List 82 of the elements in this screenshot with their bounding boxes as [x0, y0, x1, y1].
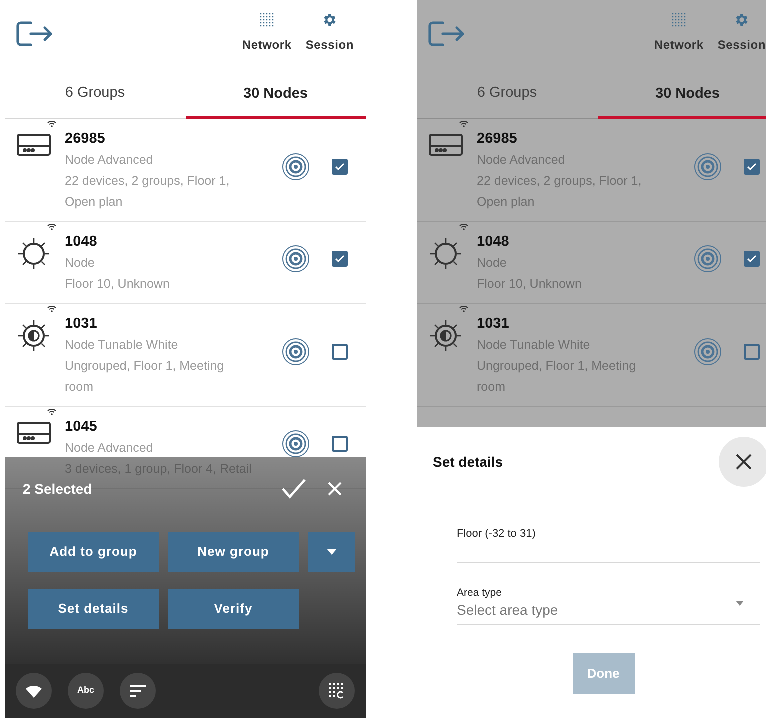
- action-button[interactable]: Add to group: [28, 532, 159, 572]
- node-type: Node Tunable White: [65, 337, 180, 354]
- area-type-select[interactable]: Area type Select area type: [457, 583, 760, 625]
- node-details: Floor 10, Unknown: [65, 276, 171, 293]
- node-title: 1031: [65, 315, 98, 334]
- node-title: 1031: [477, 315, 510, 334]
- node-title: 26985: [477, 130, 518, 149]
- tab[interactable]: 6 Groups: [5, 70, 186, 118]
- selection-count: 2 Selected: [23, 480, 92, 498]
- sun-icon: [429, 237, 463, 271]
- confirm-check-icon[interactable]: [280, 477, 308, 501]
- half-circle-sun-icon: [17, 319, 51, 353]
- node-title: 26985: [65, 130, 106, 149]
- checkbox[interactable]: [744, 158, 760, 174]
- node-type: Node Tunable White: [477, 337, 592, 354]
- checkmark-icon: [747, 162, 757, 170]
- close-icon: [735, 453, 753, 471]
- node-details: 22 devices, 2 groups, Floor 1, Open plan: [65, 173, 231, 211]
- identify-target-icon[interactable]: [282, 430, 310, 458]
- checkbox[interactable]: [332, 158, 348, 174]
- identify-target-icon[interactable]: [282, 245, 310, 273]
- settings-icon: [734, 12, 750, 28]
- identify-target-icon[interactable]: [282, 338, 310, 366]
- node-details: Ungrouped, Floor 1, Meeting room: [477, 358, 638, 396]
- panel-icon: [429, 134, 463, 156]
- grid-refresh-icon: [328, 682, 346, 700]
- wifi-icon: [47, 408, 57, 416]
- tab[interactable]: 30 Nodes: [186, 70, 366, 119]
- node-title: 1045: [65, 418, 98, 437]
- caret-icon: [736, 601, 744, 606]
- sort-button[interactable]: [120, 673, 156, 709]
- node-type: Node Advanced: [65, 152, 154, 169]
- action-button[interactable]: Set details: [28, 589, 159, 629]
- header-action-label[interactable]: Session: [718, 36, 766, 54]
- header-action-label[interactable]: Network: [242, 36, 292, 54]
- checkmark-icon: [747, 255, 757, 263]
- sheet-title: Set details: [433, 452, 504, 472]
- floor-input-field[interactable]: Floor (-32 to 31): [457, 521, 760, 563]
- checkbox[interactable]: [332, 436, 348, 452]
- identify-target-icon[interactable]: [282, 152, 310, 180]
- checkbox[interactable]: [744, 344, 760, 360]
- node-title: 1048: [65, 233, 98, 252]
- node-title: 1048: [477, 233, 510, 252]
- node-details: 22 devices, 2 groups, Floor 1, Open plan: [477, 173, 643, 211]
- action-button[interactable]: New group: [168, 532, 299, 572]
- node-details: Floor 10, Unknown: [477, 276, 583, 293]
- close-icon[interactable]: [326, 480, 344, 498]
- tab[interactable]: 30 Nodes: [598, 70, 766, 119]
- close-button[interactable]: [719, 437, 766, 487]
- caret-icon: [326, 549, 336, 555]
- checkbox[interactable]: [332, 344, 348, 360]
- wifi-icon: [47, 305, 57, 313]
- wifi-icon: [459, 305, 469, 313]
- grid-refresh-button[interactable]: [319, 673, 355, 709]
- header-action-label[interactable]: Network: [654, 36, 704, 54]
- node-type: Node: [477, 255, 508, 272]
- node-type: Node Advanced: [477, 152, 566, 169]
- wifi-icon: [47, 120, 57, 128]
- wifi-icon: [26, 684, 42, 698]
- grid-icon: [259, 12, 276, 28]
- node-details: Ungrouped, Floor 1, Meeting room: [65, 358, 226, 396]
- header-action-label[interactable]: Session: [306, 36, 354, 54]
- checkmark-icon: [335, 162, 345, 170]
- text-filter-button[interactable]: Abc: [68, 673, 104, 709]
- wifi-icon: [47, 223, 57, 231]
- sort-icon: [130, 685, 146, 697]
- panel-icon: [17, 422, 51, 444]
- checkbox[interactable]: [744, 251, 760, 267]
- half-circle-sun-icon: [429, 319, 463, 353]
- panel-icon: [17, 134, 51, 156]
- node-type: Node Advanced: [65, 440, 154, 457]
- action-button[interactable]: Verify: [168, 589, 299, 629]
- checkbox[interactable]: [332, 251, 348, 267]
- node-type: Node: [65, 255, 96, 272]
- sun-icon: [17, 237, 51, 271]
- wifi-icon: [459, 223, 469, 231]
- grid-icon: [671, 12, 688, 28]
- wifi-filter-button[interactable]: [16, 673, 52, 709]
- settings-icon: [322, 12, 338, 28]
- wifi-icon: [459, 120, 469, 128]
- checkmark-icon: [335, 255, 345, 263]
- tab[interactable]: 6 Groups: [417, 70, 598, 118]
